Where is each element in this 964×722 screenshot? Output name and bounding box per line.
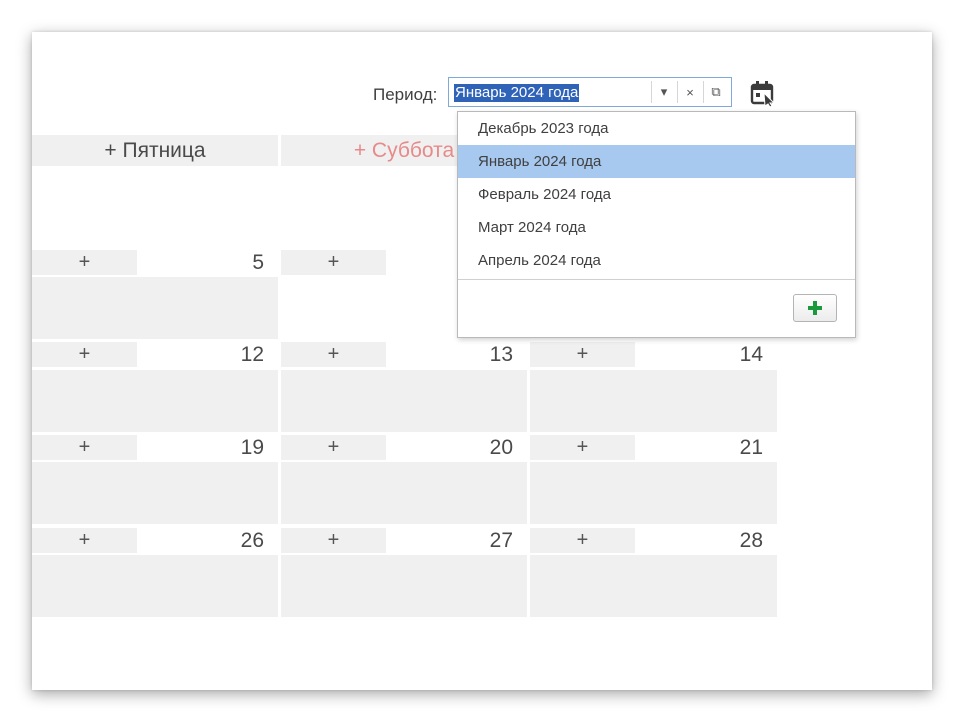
date-number: 27 [489, 529, 513, 552]
dropdown-item[interactable]: Март 2024 года [458, 211, 855, 244]
period-dropdown: Декабрь 2023 года Январь 2024 года Февра… [457, 111, 856, 338]
calendar-window: Период: Январь 2024 года ▾ × ⧉ + Пятница… [32, 32, 932, 690]
add-event-button[interactable]: + [530, 528, 635, 553]
calendar-icon[interactable] [749, 79, 777, 108]
date-number: 14 [739, 343, 763, 366]
date-number: 19 [240, 436, 264, 459]
add-event-button[interactable]: + [281, 250, 386, 275]
dropdown-arrow-icon[interactable]: ▾ [651, 81, 676, 103]
add-event-button[interactable]: + [281, 435, 386, 460]
date-number: 20 [489, 436, 513, 459]
day-header-friday[interactable]: + Пятница [32, 135, 278, 166]
open-form-icon[interactable]: ⧉ [703, 81, 728, 103]
dropdown-item-selected[interactable]: Январь 2024 года [458, 145, 855, 178]
day-cell[interactable] [281, 370, 527, 432]
dropdown-divider [458, 279, 855, 280]
date-number: 26 [240, 529, 264, 552]
date-number: 12 [240, 343, 264, 366]
date-number: 5 [252, 251, 264, 274]
plus-icon [808, 301, 822, 315]
day-cell[interactable] [530, 555, 777, 617]
day-cell[interactable] [281, 462, 527, 524]
day-cell[interactable] [530, 370, 777, 432]
add-event-button[interactable]: + [281, 342, 386, 367]
add-event-button[interactable]: + [32, 250, 137, 275]
date-number: 21 [739, 436, 763, 459]
period-field[interactable]: Январь 2024 года ▾ × ⧉ [448, 77, 732, 107]
add-event-button[interactable]: + [281, 528, 386, 553]
add-event-button[interactable]: + [32, 342, 137, 367]
date-number: 13 [489, 343, 513, 366]
day-cell[interactable] [32, 277, 278, 339]
day-cell[interactable] [32, 462, 278, 524]
add-button[interactable] [793, 294, 837, 322]
add-event-button[interactable]: + [530, 342, 635, 367]
add-event-button[interactable]: + [530, 435, 635, 460]
clear-icon[interactable]: × [677, 81, 702, 103]
day-cell[interactable] [281, 555, 527, 617]
add-event-button[interactable]: + [32, 528, 137, 553]
dropdown-item[interactable]: Апрель 2024 года [458, 244, 855, 277]
period-label: Период: [373, 85, 438, 104]
add-event-button[interactable]: + [32, 435, 137, 460]
date-number: 28 [739, 529, 763, 552]
day-cell[interactable] [32, 555, 278, 617]
day-cell[interactable] [32, 370, 278, 432]
dropdown-item[interactable]: Декабрь 2023 года [458, 112, 855, 145]
dropdown-item[interactable]: Февраль 2024 года [458, 178, 855, 211]
period-value[interactable]: Январь 2024 года [454, 84, 580, 102]
day-cell[interactable] [530, 462, 777, 524]
